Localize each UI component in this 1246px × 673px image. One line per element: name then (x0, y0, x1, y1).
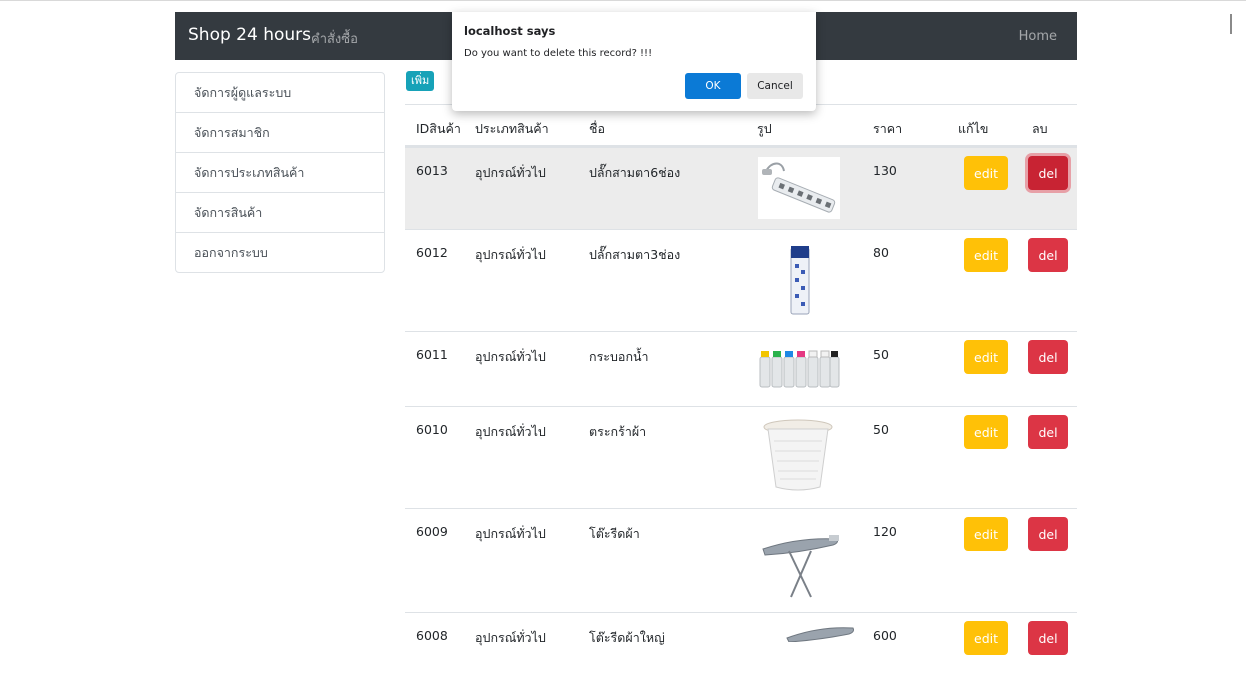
page-top-border (0, 0, 1246, 1)
row-price: 50 (873, 347, 889, 362)
sidebar-item-products[interactable]: จัดการสินค้า (176, 192, 384, 232)
header-price: ราคา (873, 121, 903, 136)
delete-button[interactable]: del (1028, 156, 1068, 190)
nav-orders-link[interactable]: คำสั่งซื้อ (311, 28, 358, 49)
ironing-board-large-image (785, 622, 855, 645)
delete-button[interactable]: del (1028, 340, 1068, 374)
edit-button[interactable]: edit (964, 156, 1008, 190)
header-delete: ลบ (1032, 121, 1048, 136)
table-row: 6013 อุปกรณ์ทั่วไป ปลั๊กสามตา6ช่อง 130 e… (405, 147, 1077, 229)
scrollbar[interactable] (1230, 14, 1232, 34)
row-name: ตระกร้าผ้า (589, 424, 647, 439)
header-edit: แก้ไข (958, 121, 989, 136)
row-id: 6013 (416, 163, 448, 178)
table-row: 6010 อุปกรณ์ทั่วไป ตระกร้าผ้า 50 edit de… (405, 406, 1077, 508)
delete-button[interactable]: del (1028, 517, 1068, 551)
header-name: ชื่อ (589, 121, 605, 136)
row-type: อุปกรณ์ทั่วไป (475, 165, 546, 180)
laundry-basket-image (762, 417, 834, 496)
power-strip-6-image (758, 157, 840, 222)
ironing-board-image (759, 523, 841, 602)
edit-button[interactable]: edit (964, 238, 1008, 272)
row-name: โต๊ะรีดผ้า (589, 526, 640, 541)
row-price: 120 (873, 524, 897, 539)
row-price: 50 (873, 422, 889, 437)
row-price: 600 (873, 628, 897, 643)
products-table: IDสินค้า ประเภทสินค้า ชื่อ รูป ราคา แก้ไ… (405, 104, 1077, 673)
sidebar-item-admins[interactable]: จัดการผู้ดูแลระบบ (176, 73, 384, 112)
water-bottles-image (758, 349, 840, 392)
row-id: 6008 (416, 628, 448, 643)
row-id: 6009 (416, 524, 448, 539)
row-id: 6010 (416, 422, 448, 437)
row-name: ปลั๊กสามตา6ช่อง (589, 165, 681, 180)
confirm-dialog: localhost says Do you want to delete thi… (452, 12, 816, 111)
dialog-title: localhost says (464, 24, 556, 38)
dialog-cancel-button[interactable]: Cancel (747, 73, 803, 99)
table-row: 6009 อุปกรณ์ทั่วไป โต๊ะรีดผ้า 120 edit d… (405, 508, 1077, 612)
header-picture: รูป (757, 121, 772, 136)
row-type: อุปกรณ์ทั่วไป (475, 349, 546, 364)
dialog-message: Do you want to delete this record? !!! (464, 48, 653, 59)
row-type: อุปกรณ์ทั่วไป (475, 630, 546, 645)
dialog-ok-button[interactable]: OK (685, 73, 741, 99)
row-id: 6012 (416, 245, 448, 260)
sidebar-item-logout[interactable]: ออกจากระบบ (176, 232, 384, 272)
table-row: 6008 อุปกรณ์ทั่วไป โต๊ะรีดผ้าใหญ่ 600 ed… (405, 612, 1077, 673)
table-row: 6011 อุปกรณ์ทั่วไป กระบอกน้ำ 50 edit del (405, 331, 1077, 406)
row-type: อุปกรณ์ทั่วไป (475, 526, 546, 541)
sidebar-menu: จัดการผู้ดูแลระบบ จัดการสมาชิก จัดการประ… (175, 72, 385, 273)
table-row: 6012 อุปกรณ์ทั่วไป ปลั๊กสามตา3ช่อง 80 ed… (405, 229, 1077, 331)
edit-button[interactable]: edit (964, 415, 1008, 449)
delete-button[interactable]: del (1028, 415, 1068, 449)
edit-button[interactable]: edit (964, 340, 1008, 374)
row-name: ปลั๊กสามตา3ช่อง (589, 247, 681, 262)
row-type: อุปกรณ์ทั่วไป (475, 424, 546, 439)
row-type: อุปกรณ์ทั่วไป (475, 247, 546, 262)
add-product-button[interactable]: เพิ่ม (406, 71, 435, 91)
row-name: โต๊ะรีดผ้าใหญ่ (589, 630, 665, 645)
sidebar-item-product-types[interactable]: จัดการประเภทสินค้า (176, 152, 384, 192)
row-name: กระบอกน้ำ (589, 349, 649, 364)
header-id: IDสินค้า (416, 121, 461, 136)
row-price: 80 (873, 245, 889, 260)
row-id: 6011 (416, 347, 448, 362)
delete-button[interactable]: del (1028, 238, 1068, 272)
edit-button[interactable]: edit (964, 621, 1008, 655)
edit-button[interactable]: edit (964, 517, 1008, 551)
delete-button[interactable]: del (1028, 621, 1068, 655)
nav-home-link[interactable]: Home (1019, 29, 1057, 44)
row-price: 130 (873, 163, 897, 178)
header-type: ประเภทสินค้า (475, 121, 549, 136)
power-strip-3-image (788, 242, 812, 319)
brand-title[interactable]: Shop 24 hours (188, 25, 311, 45)
sidebar-item-members[interactable]: จัดการสมาชิก (176, 112, 384, 152)
